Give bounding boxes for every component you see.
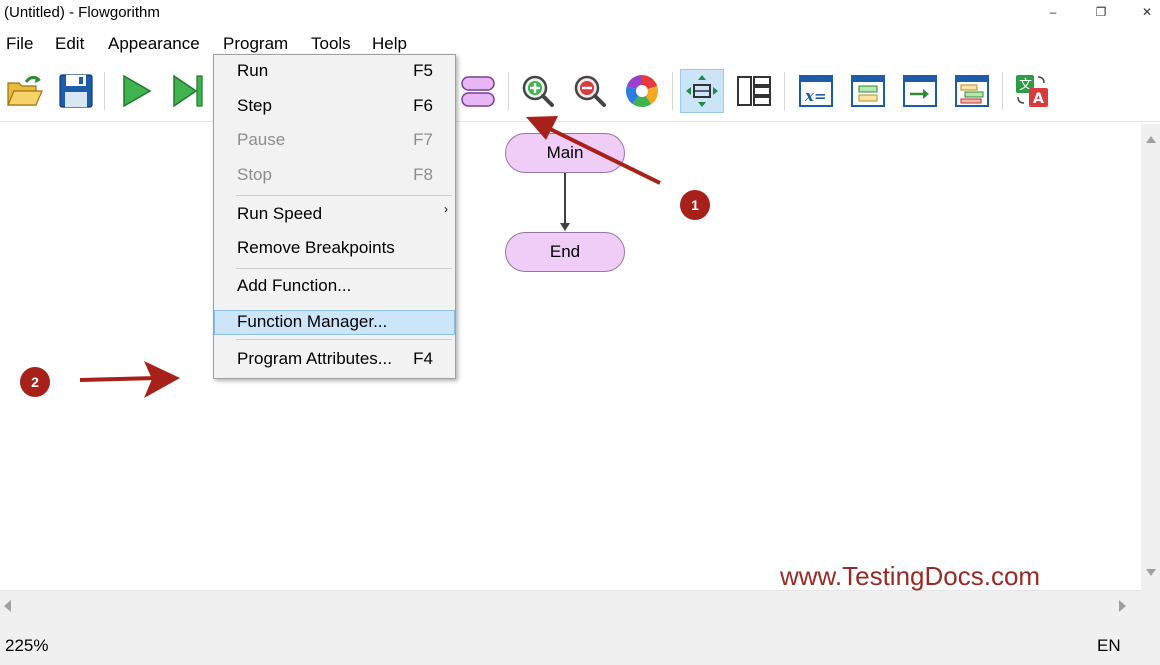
- annotation-badge-1: 1: [680, 190, 710, 220]
- annotation-badge-2: 2: [20, 367, 50, 397]
- flowgorithm-window: (Untitled) - Flowgorithm – ❐ ✕ File Edit…: [0, 0, 1160, 665]
- annotation-arrow-1: [547, 126, 661, 185]
- annotation-arrow-2: [79, 376, 159, 382]
- annotation-arrowhead-1: [526, 116, 558, 140]
- annotation-arrows: [79, 116, 661, 398]
